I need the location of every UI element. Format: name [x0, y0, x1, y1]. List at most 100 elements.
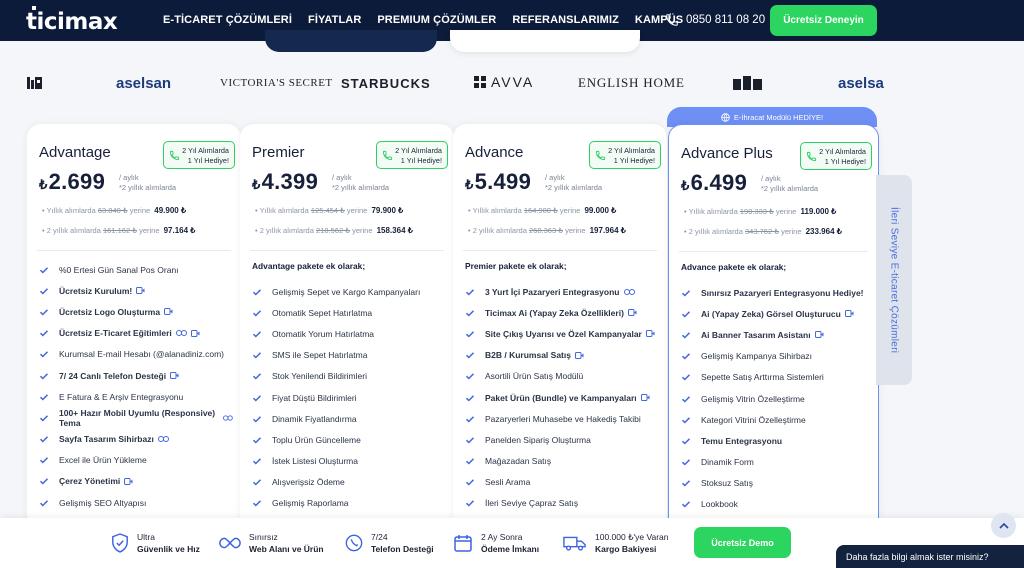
feature-text: Gelişmiş SEO Altyapısı	[59, 497, 147, 508]
two-year-new-price: 197.964 ₺	[589, 226, 626, 235]
check-icon	[465, 310, 475, 317]
feature-support-l2: Telefon Desteği	[371, 544, 434, 554]
yearly-label: Yıllık alımlarda	[46, 206, 96, 215]
video-icon[interactable]	[844, 310, 854, 318]
feature-heading: Advance pakete ek olarak;	[681, 262, 787, 272]
check-icon	[465, 479, 475, 486]
feature-text: Pazaryerleri Muhasebe ve Hakediş Takibi	[485, 413, 641, 424]
instead-label: yerine	[129, 206, 151, 215]
yearly-label: Yıllık alımlarda	[259, 206, 309, 215]
check-icon	[252, 352, 262, 359]
price-note-line1: / aylık	[761, 174, 781, 183]
divider	[250, 250, 444, 251]
free-demo-button[interactable]: Ücretsiz Demo	[694, 527, 791, 558]
video-icon[interactable]	[136, 287, 145, 295]
video-icon[interactable]	[164, 308, 173, 316]
pricing-card-2: Advance 2 Yıl Alımlarda 1 Yıl Hediye! ₺5.49…	[453, 124, 667, 524]
link-icon[interactable]	[157, 436, 169, 443]
feature-item: Ticimax Ai (Yapay Zeka Özellikleri)	[465, 302, 659, 323]
feature-text: Dinamik Form	[701, 457, 754, 468]
video-icon[interactable]	[627, 309, 637, 317]
feature-text: Mağazadan Satış	[485, 456, 552, 467]
feature-heading: Advantage pakete ek olarak;	[252, 261, 366, 271]
feature-item: İleri Seviye Çapraz Satış	[465, 493, 659, 514]
advanced-solutions-tab[interactable]: İleri Seviye E-ticaret Çözümleri	[876, 175, 912, 385]
menu-referanslar[interactable]: REFERANSLARIMIZ	[512, 14, 619, 26]
advanced-solutions-label: İleri Seviye E-ticaret Çözümleri	[888, 206, 900, 354]
scroll-to-top-button[interactable]	[991, 513, 1016, 538]
chevron-up-icon	[998, 522, 1009, 529]
video-icon[interactable]	[124, 477, 133, 485]
yearly-old-price: 63.840 ₺	[97, 206, 128, 215]
yearly-new-price: 119.000 ₺	[800, 207, 837, 216]
hero-card-dark	[265, 30, 437, 52]
feature-item: %0 Ertesi Gün Sanal Pos Oranı	[39, 259, 233, 280]
instead-label: yerine	[139, 226, 160, 235]
video-icon[interactable]	[814, 331, 824, 339]
plan-name: Advance	[465, 144, 524, 161]
phone-link[interactable]: 0850 811 08 20	[665, 13, 765, 27]
feature-item: SMS ile Sepet Hatırlatma	[252, 345, 446, 366]
check-icon	[39, 372, 49, 380]
check-icon	[681, 289, 691, 297]
feature-text: Toplu Ürün Güncelleme	[272, 434, 361, 445]
feature-text: 7/ 24 Canlı Telefon Desteği	[59, 370, 167, 381]
check-icon	[39, 309, 49, 316]
divider	[679, 251, 868, 252]
feature-text: Sınırsız Pazaryeri Entegrasyonu Hediye!	[701, 287, 864, 298]
yearly-old-price: 198.333 ₺	[739, 207, 774, 216]
avva-mark-icon	[474, 75, 486, 88]
menu-eticaret[interactable]: E-TİCARET ÇÖZÜMLERİ	[163, 14, 292, 26]
plan-price: ₺2.699	[39, 169, 105, 195]
free-trial-button[interactable]: Ücretsiz Deneyin	[770, 5, 877, 36]
video-icon[interactable]	[645, 330, 655, 338]
feature-text: Kategori Vitrini Özelleştirme	[701, 414, 806, 425]
check-icon	[681, 332, 691, 339]
feature-item: Gelişmiş SEO Altyapısı	[39, 492, 233, 513]
phone-icon	[806, 151, 817, 162]
video-icon[interactable]	[574, 351, 584, 359]
check-icon	[252, 437, 262, 444]
divider	[463, 250, 657, 251]
menu-fiyatlar[interactable]: FİYATLAR	[308, 14, 361, 26]
feature-item: Çerez Yönetimi	[39, 471, 233, 492]
two-year-price-row: • 2 yıllık alımlarda 218.562 ₺ yerine 15…	[255, 226, 413, 235]
link-icon[interactable]	[623, 288, 635, 295]
check-icon	[681, 501, 691, 509]
check-icon	[39, 330, 49, 337]
check-icon	[681, 311, 691, 318]
feature-item: E Fatura & E Arşiv Entegrasyonu	[39, 386, 233, 407]
instead-label: yerine	[346, 206, 368, 215]
check-icon	[465, 500, 475, 508]
feature-text: Ticimax Ai (Yapay Zeka Özellikleri)	[485, 307, 624, 318]
feature-item: Kategori Vitrini Özelleştirme	[681, 409, 870, 430]
two-year-label: 2 yıllık alımlarda	[688, 227, 743, 236]
video-icon[interactable]	[190, 329, 200, 337]
feature-text: Sesli Arama	[485, 477, 531, 488]
feature-item: 3 Yurt İçi Pazaryeri Entegrasyonu	[465, 281, 659, 302]
feature-item: Dinamik Fiyatlandırma	[252, 408, 446, 429]
feature-cargo: 100.000 ₺'ye Varan Kargo Bakiyesi	[563, 531, 669, 555]
feature-item: 100+ Hazır Mobil Uyumlu (Responsive) Tem…	[39, 407, 233, 428]
link-icon[interactable]	[175, 330, 187, 337]
yearly-price-row: • Yıllık alımlarda 63.840 ₺ yerine 49.90…	[42, 206, 187, 215]
menu-premium[interactable]: PREMIUM ÇÖZÜMLER	[377, 14, 496, 26]
feature-heading: Premier pakete ek olarak;	[465, 261, 567, 271]
check-icon	[465, 437, 475, 444]
chat-widget[interactable]: Daha fazla bilgi almak ister misiniz?	[836, 545, 1024, 568]
check-icon	[39, 351, 49, 358]
instead-label: yerine	[559, 206, 581, 215]
feature-item: Otomatik Sepet Hatırlatma	[252, 302, 446, 323]
feature-text: Gelişmiş Vitrin Özelleştirme	[701, 393, 805, 404]
feature-item: Excel ile Ürün Yükleme	[39, 450, 233, 471]
two-year-label: 2 yıllık alımlarda	[472, 226, 527, 235]
feature-payment: 2 Ay Sonra Ödeme İmkanı	[453, 531, 539, 555]
brand-aselsan: aselsan	[116, 75, 172, 92]
gift-badge: 2 Yıl Alımlarda 1 Yıl Hediye!	[376, 141, 448, 169]
video-icon[interactable]	[640, 394, 650, 402]
check-icon	[252, 415, 262, 423]
ticimax-logo[interactable]: ticimax	[26, 6, 118, 35]
video-icon[interactable]	[170, 372, 179, 380]
link-icon[interactable]	[223, 415, 233, 421]
feature-text: B2B / Kurumsal Satış	[485, 350, 571, 361]
